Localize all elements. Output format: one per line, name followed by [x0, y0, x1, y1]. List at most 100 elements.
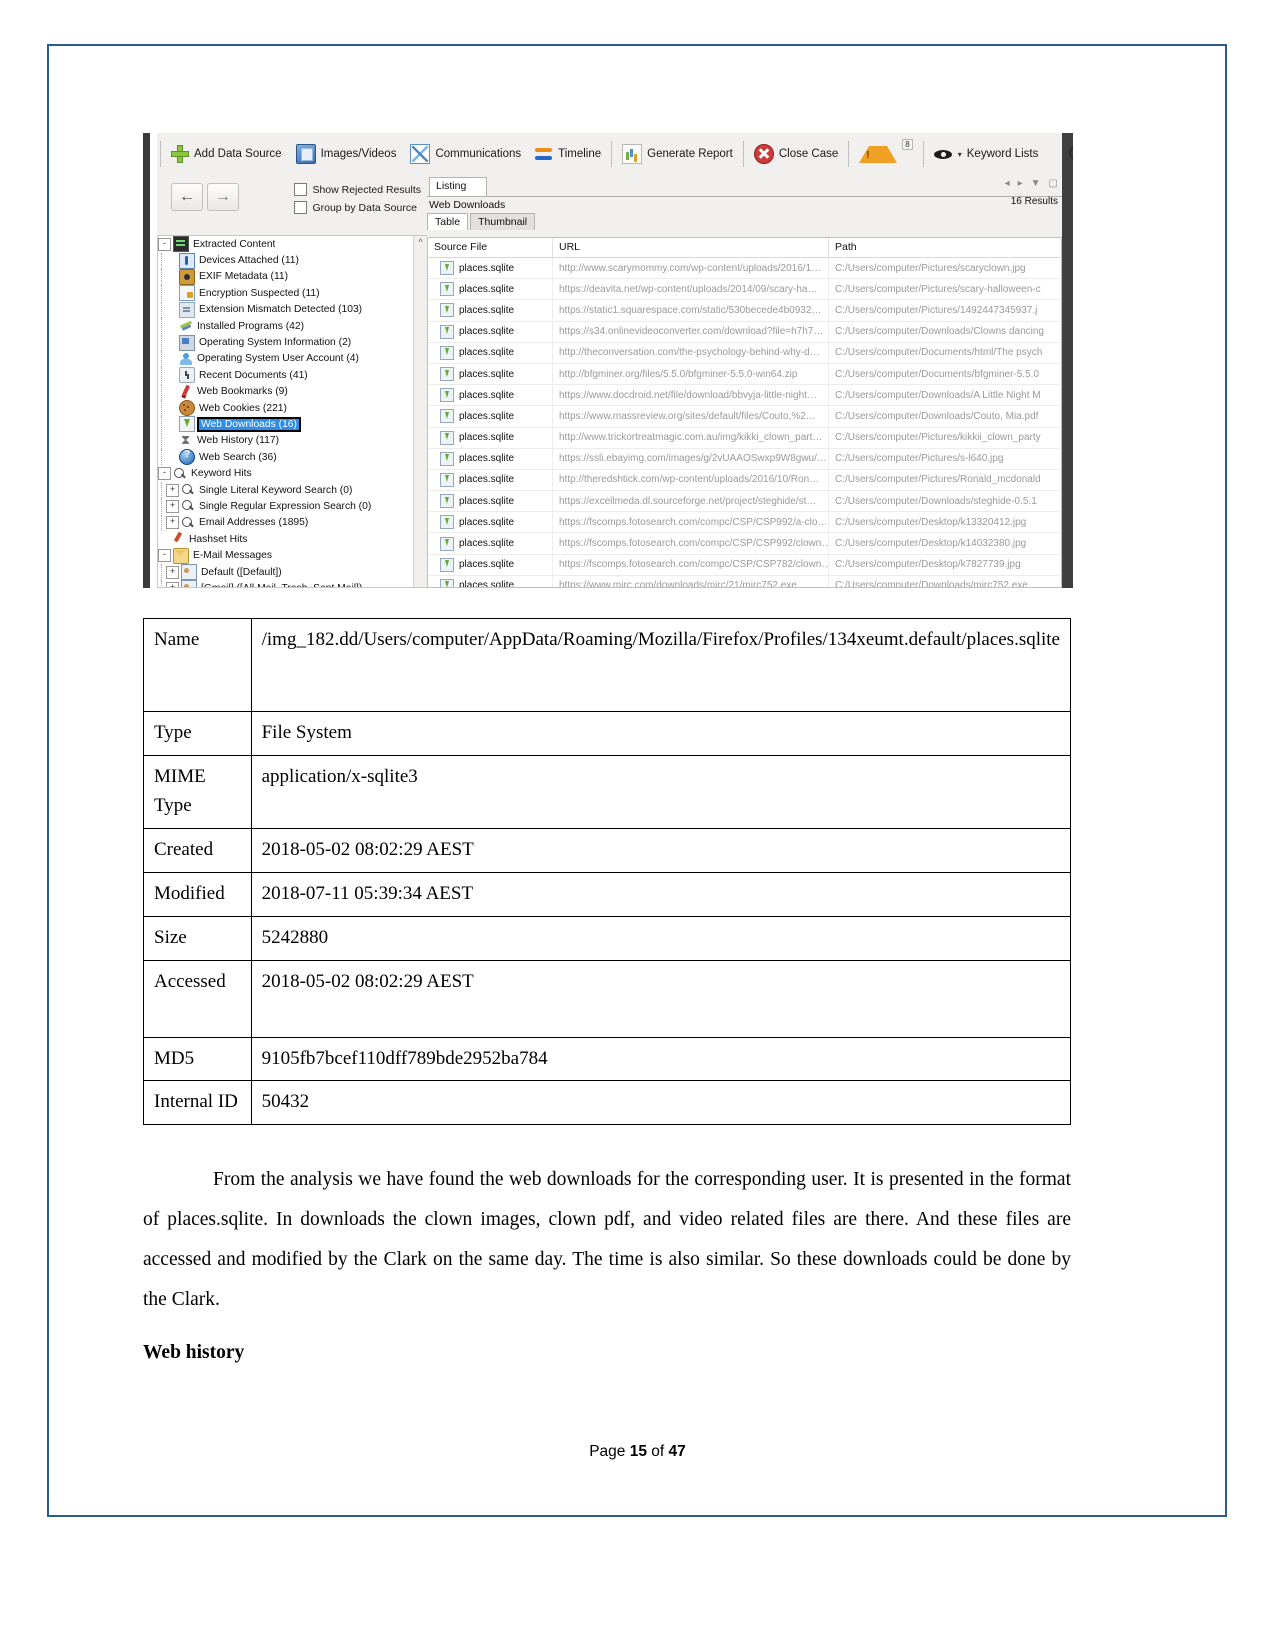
- tree-item-label: EXIF Metadata (11): [199, 271, 289, 283]
- cell-path: C:/Users/computer/Downloads/A Little Nig…: [829, 385, 1061, 405]
- download-icon: [440, 430, 454, 445]
- file-metadata-table: Name/img_182.dd/Users/computer/AppData/R…: [143, 618, 1072, 1126]
- tree-item-web-search-36[interactable]: Web Search (36): [158, 449, 427, 466]
- metadata-value: /img_182.dd/Users/computer/AppData/Roami…: [250, 618, 1072, 712]
- table-row[interactable]: places.sqlite https://www.massreview.org/…: [428, 406, 1061, 428]
- tree-expander[interactable]: -: [158, 237, 171, 251]
- tab-thumbnail[interactable]: Thumbnail: [470, 213, 536, 230]
- tree-expander[interactable]: -: [158, 549, 171, 563]
- column-header-source-file[interactable]: Source File: [428, 238, 553, 257]
- table-row[interactable]: places.sqlite http://bfgminer.org/files/5…: [428, 363, 1061, 386]
- tree-item-single-regular-expression-search-0[interactable]: + Single Regular Expression Search (0): [158, 498, 427, 515]
- tree-item-label: Operating System User Account (4): [197, 353, 359, 365]
- tree-indent: [158, 252, 166, 269]
- tree-expander[interactable]: -: [158, 467, 171, 481]
- table-row[interactable]: places.sqlite https://www.mirc.com/downlo…: [428, 575, 1061, 587]
- tree-expander[interactable]: +: [166, 499, 179, 513]
- tree-indent: [158, 350, 166, 367]
- table-row[interactable]: places.sqlite http://www.trickortreatmagi…: [428, 427, 1061, 449]
- timeline-button[interactable]: Timeline: [528, 135, 608, 173]
- tree-scrollbar[interactable]: ^: [413, 236, 427, 587]
- tree-item-web-downloads-16[interactable]: Web Downloads (16): [158, 416, 427, 433]
- tree-item-web-bookmarks-9[interactable]: Web Bookmarks (9): [158, 383, 427, 400]
- cell-source-file: places.sqlite: [428, 342, 553, 363]
- table-row[interactable]: places.sqlite https://static1.squarespace…: [428, 300, 1061, 322]
- tree-expander[interactable]: +: [166, 483, 179, 497]
- cell-source-file: places.sqlite: [428, 554, 553, 575]
- tree-item-recent-documents-41[interactable]: Recent Documents (41): [158, 367, 427, 384]
- cell-source-file-text: places.sqlite: [459, 559, 515, 571]
- tab-table[interactable]: Table: [427, 213, 469, 230]
- tree-item-operating-system-user-account-4[interactable]: Operating System User Account (4): [158, 350, 427, 367]
- cell-url: https://www.mirc.com/downloads/mirc/21/m…: [553, 575, 829, 587]
- tree-item-single-literal-keyword-search-0[interactable]: + Single Literal Keyword Search (0): [158, 482, 427, 499]
- tree-item-devices-attached-11[interactable]: Devices Attached (11): [158, 252, 427, 269]
- keyword-search-button[interactable]: ▾ Keyword Search: [1061, 135, 1073, 173]
- cell-source-file-text: places.sqlite: [459, 262, 515, 274]
- table-row[interactable]: places.sqlite http://www.scarymommy.com/w…: [428, 258, 1061, 280]
- add-data-source-button[interactable]: Add Data Source: [164, 135, 289, 173]
- communications-button[interactable]: Communications: [403, 135, 528, 173]
- warnings-button[interactable]: 8: [852, 135, 919, 173]
- table-row[interactable]: places.sqlite https://fscomps.fotosearch.…: [428, 554, 1061, 576]
- tree-expander[interactable]: +: [166, 516, 179, 530]
- metadata-value: application/x-sqlite3: [250, 754, 1072, 829]
- cell-path: C:/Users/computer/Pictures/1492447345937…: [829, 300, 1061, 320]
- scroll-up-icon[interactable]: ^: [414, 236, 427, 249]
- show-rejected-results-row[interactable]: Show Rejected Results: [294, 183, 421, 196]
- show-rejected-results-checkbox[interactable]: [294, 183, 308, 196]
- table-row[interactable]: places.sqlite https://deavita.net/wp-cont…: [428, 279, 1061, 301]
- tree-expander[interactable]: +: [166, 581, 179, 587]
- tree-indent: [158, 318, 166, 335]
- close-case-button[interactable]: Close Case: [747, 135, 845, 173]
- prev-icon[interactable]: ◂: [1005, 178, 1010, 189]
- tree-item-operating-system-information-2[interactable]: Operating System Information (2): [158, 334, 427, 351]
- tree-item-keyword-hits[interactable]: - Keyword Hits: [158, 465, 427, 481]
- table-row[interactable]: places.sqlite https://excellmeda.dl.sourc…: [428, 491, 1061, 513]
- cell-url: https://www.massreview.org/sites/default…: [553, 406, 829, 427]
- maximize-icon[interactable]: ▢: [1049, 178, 1058, 189]
- keyword-lists-button[interactable]: ▾ Keyword Lists: [927, 135, 1046, 173]
- dropdown-icon[interactable]: ▼: [1031, 178, 1041, 189]
- tree-item-installed-programs-42[interactable]: Installed Programs (42): [158, 318, 427, 335]
- tree-item-e-mail-messages[interactable]: - E-Mail Messages: [158, 547, 427, 564]
- tree-item-exif-metadata-11[interactable]: EXIF Metadata (11): [158, 268, 427, 285]
- table-row[interactable]: places.sqlite https://ssli.ebayimg.com/im…: [428, 448, 1061, 470]
- column-header-path[interactable]: Path: [829, 238, 1061, 257]
- metadata-row: Accessed 2018-05-02 08:02:29 AEST: [143, 959, 1072, 1038]
- download-icon: [440, 515, 454, 530]
- tree-item-gmail-all-mail-trash-sent-mail[interactable]: + [Gmail] ([All Mail, Trash, Sent Mail]): [158, 580, 427, 587]
- generate-report-button[interactable]: Generate Report: [615, 135, 740, 173]
- table-row[interactable]: places.sqlite https://fscomps.fotosearch.…: [428, 533, 1061, 555]
- images-videos-button[interactable]: Images/Videos: [289, 135, 404, 173]
- table-row[interactable]: places.sqlite https://www.docdroid.net/fi…: [428, 385, 1061, 407]
- tree-item-extracted-content[interactable]: - Extracted Content: [158, 236, 427, 253]
- back-button[interactable]: ←: [171, 183, 203, 211]
- tree-item-web-history-117[interactable]: Web History (117): [158, 432, 427, 449]
- forward-button[interactable]: →: [207, 183, 239, 211]
- search-icon: [181, 483, 195, 497]
- group-by-data-source-checkbox[interactable]: [294, 201, 308, 214]
- tab-listing[interactable]: Listing: [429, 177, 487, 197]
- next-icon[interactable]: ▸: [1018, 178, 1023, 189]
- metadata-key: MIME Type: [143, 754, 252, 829]
- group-by-data-source-row[interactable]: Group by Data Source: [294, 201, 421, 214]
- table-row[interactable]: places.sqlite https://s34.onlinevideoconv…: [428, 321, 1061, 343]
- table-row[interactable]: places.sqlite http://theconversation.com/…: [428, 342, 1061, 364]
- tree-item-web-cookies-221[interactable]: Web Cookies (221): [158, 400, 427, 417]
- tree-item-encryption-suspected-11[interactable]: Encryption Suspected (11): [158, 285, 427, 302]
- column-header-url[interactable]: URL: [553, 238, 829, 257]
- tree-item-hashset-hits[interactable]: Hashset Hits: [158, 531, 427, 547]
- navigation-tree[interactable]: - Extracted Content Devices Attached (11) E…: [157, 235, 427, 588]
- table-row[interactable]: places.sqlite https://fscomps.fotosearch.…: [428, 512, 1061, 534]
- tree-item-default-default[interactable]: + Default ([Default]): [158, 564, 427, 580]
- web-downloads-icon: [179, 416, 195, 433]
- table-row[interactable]: places.sqlite http://theredshtick.com/wp-…: [428, 469, 1061, 492]
- tree-expander[interactable]: +: [166, 565, 179, 579]
- tabstrip-line: [427, 196, 1062, 197]
- footer-middle: of: [646, 1443, 669, 1460]
- results-grid-body: places.sqlite http://www.scarymommy.com/w…: [428, 258, 1061, 587]
- tree-item-email-addresses-1895[interactable]: + Email Addresses (1895): [158, 514, 427, 531]
- download-icon: [440, 472, 454, 487]
- tree-item-extension-mismatch-detected-103[interactable]: Extension Mismatch Detected (103): [158, 301, 427, 318]
